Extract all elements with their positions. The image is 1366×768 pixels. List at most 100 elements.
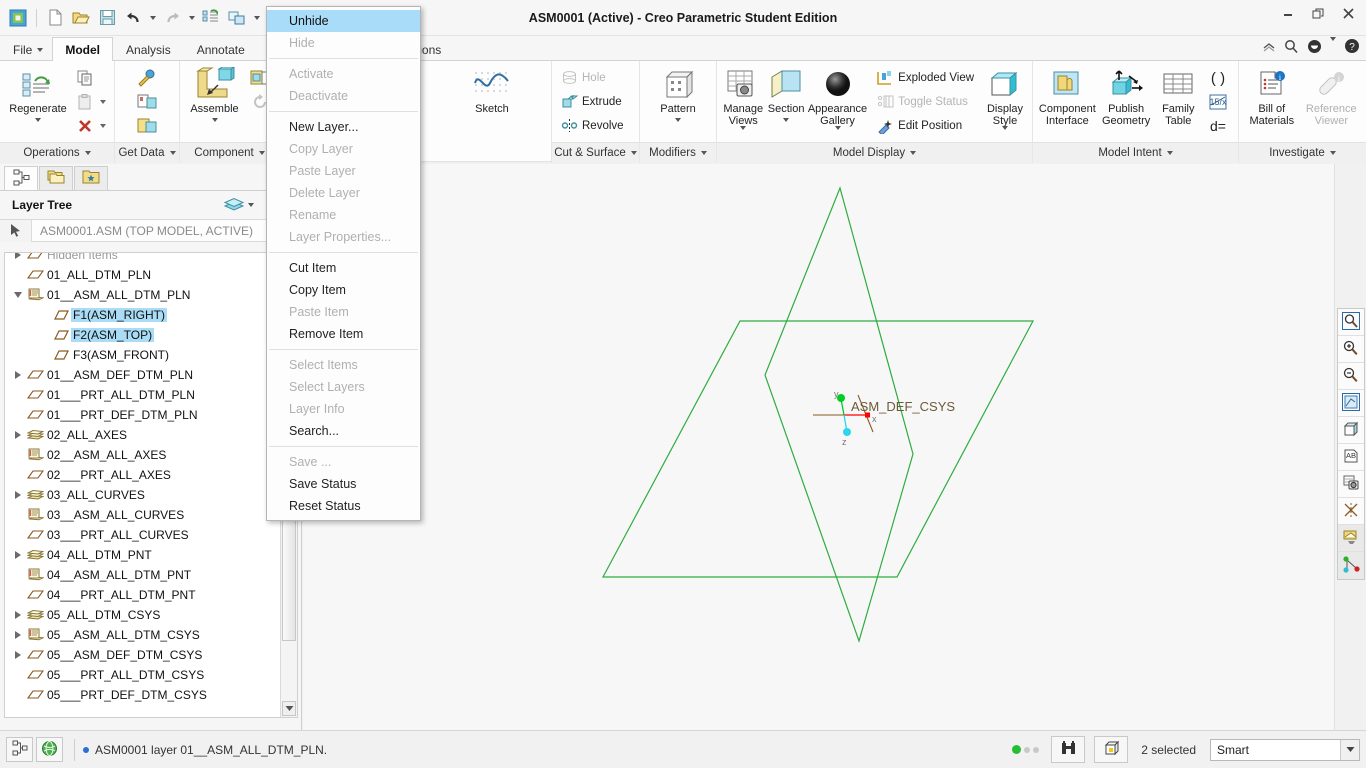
paste-button[interactable] — [73, 90, 109, 113]
ribbon-group-operations-label[interactable]: Operations — [0, 142, 114, 163]
family-table-button[interactable]: Family Table — [1156, 65, 1201, 127]
exploded-view-button[interactable]: Exploded View — [873, 66, 977, 89]
layer-tree-row[interactable]: 01__ASM_ALL_DTM_PLN — [5, 285, 281, 305]
layer-tree-row[interactable]: 01___PRT_ALL_DTM_PLN — [5, 385, 281, 405]
expand-arrow-icon[interactable] — [11, 631, 25, 639]
layer-tree-row[interactable]: 01__ASM_DEF_DTM_PLN — [5, 365, 281, 385]
refit-button[interactable] — [1338, 309, 1364, 336]
undo-icon[interactable] — [121, 6, 145, 30]
context-menu-item[interactable]: Save Status — [267, 473, 420, 495]
expand-arrow-icon[interactable] — [11, 491, 25, 499]
display-style-dropdown-caret[interactable] — [1002, 126, 1008, 130]
model-tree-toggle-button[interactable] — [6, 737, 33, 762]
expand-arrow-icon[interactable] — [11, 611, 25, 619]
reference-viewer-button[interactable]: i Reference Viewer — [1302, 65, 1361, 127]
context-menu-item[interactable]: Unhide — [267, 10, 420, 32]
layer-tree-row[interactable]: 04__ASM_ALL_DTM_PNT — [5, 565, 281, 585]
tab-annotate[interactable]: Annotate — [184, 37, 258, 61]
save-icon[interactable] — [95, 6, 119, 30]
context-menu-item[interactable]: New Layer... — [267, 116, 420, 138]
parentheses-button[interactable]: ( ) — [1203, 66, 1233, 89]
saved-views-button[interactable] — [1338, 471, 1364, 498]
annotation-display-button[interactable]: AB — [1338, 444, 1364, 471]
scrollbar-down-arrow[interactable] — [282, 701, 296, 716]
layer-tree-row[interactable]: 05_ALL_DTM_CSYS — [5, 605, 281, 625]
layers-display-tool[interactable] — [221, 194, 256, 217]
datum-display-filters-button[interactable] — [1338, 498, 1364, 525]
manage-views-button[interactable]: Manage Views — [722, 65, 764, 130]
context-menu-item[interactable]: Reset Status — [267, 495, 420, 517]
layer-tree-row[interactable]: 05__ASM_ALL_DTM_CSYS — [5, 625, 281, 645]
copy-button[interactable] — [73, 66, 109, 89]
window-dropdown-caret[interactable] — [251, 6, 262, 30]
layer-tree-row[interactable]: 02___PRT_ALL_AXES — [5, 465, 281, 485]
ribbon-group-modifiers-label[interactable]: Modifiers — [640, 142, 716, 163]
paste-dropdown-caret[interactable] — [100, 100, 106, 104]
appearance-gallery-button[interactable]: Appearance Gallery — [808, 65, 867, 130]
layer-display-button[interactable] — [1338, 525, 1364, 552]
layer-tree-row[interactable]: F3(ASM_FRONT) — [5, 345, 281, 365]
search-icon[interactable] — [1284, 39, 1299, 57]
graphics-viewport[interactable]: y x z ASM_DEF_CSYS — [303, 164, 1334, 730]
new-file-icon[interactable] — [43, 6, 67, 30]
collapse-ribbon-icon[interactable] — [1263, 40, 1276, 56]
selection-filter-caret[interactable] — [1340, 740, 1359, 760]
revolve-button[interactable]: Revolve — [557, 114, 627, 137]
undo-dropdown-caret[interactable] — [147, 6, 158, 30]
pattern-dropdown-caret[interactable] — [675, 118, 681, 122]
user-defined-feature-button[interactable] — [133, 66, 161, 89]
hole-button[interactable]: Hole — [557, 66, 627, 89]
selection-button[interactable] — [1094, 736, 1128, 763]
layer-tree-row[interactable]: 02_ALL_AXES — [5, 425, 281, 445]
open-file-icon[interactable] — [69, 6, 93, 30]
redo-dropdown-caret[interactable] — [186, 6, 197, 30]
layer-tree-row[interactable]: 05___PRT_DEF_DTM_CSYS — [5, 685, 281, 705]
extrude-button[interactable]: Extrude — [557, 90, 627, 113]
layer-context-menu[interactable]: UnhideHideActivateDeactivateNew Layer...… — [266, 6, 421, 521]
find-button[interactable] — [1051, 736, 1085, 763]
appearance-gallery-dropdown-caret[interactable] — [835, 126, 841, 130]
sketch-button[interactable]: Sketch — [461, 65, 523, 115]
repaint-button[interactable] — [1338, 390, 1364, 417]
expand-arrow-icon[interactable] — [11, 651, 25, 659]
minimize-button[interactable] — [1274, 2, 1302, 24]
copy-geometry-button[interactable] — [133, 90, 161, 113]
assemble-dropdown-caret[interactable] — [212, 118, 218, 122]
delete-dropdown-caret[interactable] — [100, 124, 106, 128]
context-menu-item[interactable]: Remove Item — [267, 323, 420, 345]
expand-arrow-icon[interactable] — [11, 371, 25, 379]
component-interface-button[interactable]: Component Interface — [1038, 65, 1097, 127]
zoom-out-button[interactable] — [1338, 363, 1364, 390]
tab-analysis[interactable]: Analysis — [113, 37, 184, 61]
layer-tree-row[interactable]: 04___PRT_ALL_DTM_PNT — [5, 585, 281, 605]
layer-tree-row[interactable]: 03__ASM_ALL_CURVES — [5, 505, 281, 525]
layer-tree-row[interactable]: 01___PRT_DEF_DTM_PLN — [5, 405, 281, 425]
bill-of-materials-button[interactable]: i Bill of Materials — [1244, 65, 1300, 127]
tab-file[interactable]: File — [0, 37, 52, 61]
tab-model[interactable]: Model — [52, 37, 113, 61]
creo-logo-icon[interactable] — [6, 6, 30, 30]
collapse-arrow-icon[interactable] — [11, 292, 25, 298]
regenerate-dropdown-caret[interactable] — [35, 118, 41, 122]
restore-button[interactable] — [1304, 2, 1332, 24]
manage-views-dropdown-caret[interactable] — [740, 126, 746, 130]
select-cursor-button[interactable] — [0, 220, 32, 242]
csys-display-button[interactable] — [1338, 552, 1364, 579]
layer-tree-row[interactable]: 04_ALL_DTM_PNT — [5, 545, 281, 565]
display-style-toolbar-button[interactable] — [1338, 417, 1364, 444]
close-button[interactable] — [1334, 2, 1362, 24]
layer-tree-row[interactable]: 05__ASM_DEF_DTM_CSYS — [5, 645, 281, 665]
browser-toggle-button[interactable] — [36, 737, 63, 762]
regenerate-icon[interactable] — [199, 6, 223, 30]
folder-browser-tab[interactable] — [39, 166, 73, 190]
publish-geometry-button[interactable]: Publish Geometry — [1099, 65, 1154, 127]
window-switch-icon[interactable] — [225, 6, 249, 30]
layer-tree-row[interactable]: Hidden Items — [5, 252, 281, 265]
delete-button[interactable] — [73, 114, 109, 137]
relations-button[interactable]: 15/x — [1203, 90, 1233, 113]
pattern-button[interactable]: Pattern — [647, 65, 709, 122]
display-style-button[interactable]: Display Style — [983, 65, 1027, 130]
zoom-in-button[interactable] — [1338, 336, 1364, 363]
ribbon-group-investigate-label[interactable]: Investigate — [1239, 142, 1366, 163]
layers-dropdown-caret[interactable] — [248, 203, 254, 207]
